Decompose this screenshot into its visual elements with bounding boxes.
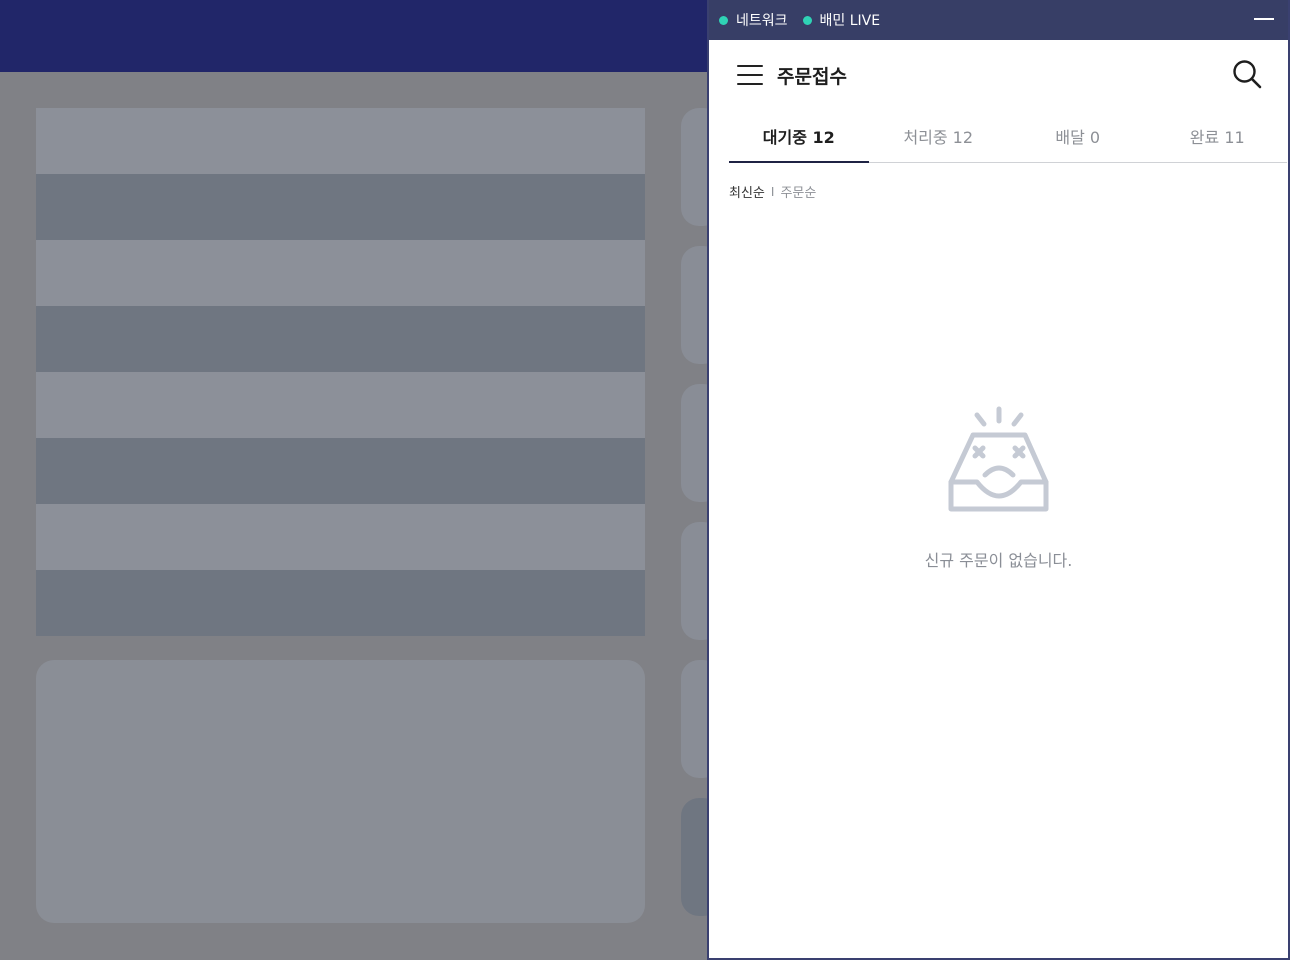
sort-order[interactable]: 주문순 <box>780 182 816 201</box>
background-row <box>36 438 645 504</box>
live-status-label: 배민 LIVE <box>819 13 881 29</box>
background-order-list <box>36 108 645 636</box>
background-row <box>36 174 645 240</box>
background-panel <box>36 660 645 923</box>
page-title: 주문접수 <box>777 65 847 88</box>
hamburger-menu-icon[interactable] <box>737 65 763 85</box>
tab-completed[interactable]: 완료 11 <box>1148 110 1288 162</box>
search-icon[interactable] <box>1232 59 1262 89</box>
order-status-tabs: 대기중 12 처리중 12 배달 0 완료 11 <box>729 110 1287 163</box>
order-window: 네트워크 배민 LIVE 주문접수 대기중 12 처리중 12 배달 0 완료 … <box>707 0 1290 960</box>
tab-delivery[interactable]: 배달 0 <box>1008 110 1148 162</box>
window-titlebar: 네트워크 배민 LIVE <box>709 0 1288 40</box>
empty-state-message: 신규 주문이 없습니다. <box>924 551 1073 570</box>
minimize-button[interactable] <box>1254 18 1274 20</box>
background-row <box>36 306 645 372</box>
empty-inbox-icon <box>948 406 1048 512</box>
background-row <box>36 504 645 570</box>
window-header: 주문접수 <box>709 40 1288 110</box>
network-status-dot-icon <box>719 15 728 25</box>
sort-separator: I <box>770 184 775 199</box>
tab-processing[interactable]: 처리중 12 <box>869 110 1009 162</box>
background-row <box>36 240 645 306</box>
network-status: 네트워크 <box>719 10 788 30</box>
network-status-label: 네트워크 <box>736 13 788 29</box>
background-row <box>36 570 645 636</box>
sort-latest[interactable]: 최신순 <box>729 182 765 201</box>
background-row <box>36 372 645 438</box>
background-row <box>36 108 645 174</box>
live-status-dot-icon <box>802 15 812 25</box>
empty-state: 신규 주문이 없습니다. <box>709 405 1288 571</box>
tab-waiting[interactable]: 대기중 12 <box>729 110 869 163</box>
live-status: 배민 LIVE <box>802 10 881 30</box>
sort-options: 최신순 I 주문순 <box>709 182 1288 202</box>
